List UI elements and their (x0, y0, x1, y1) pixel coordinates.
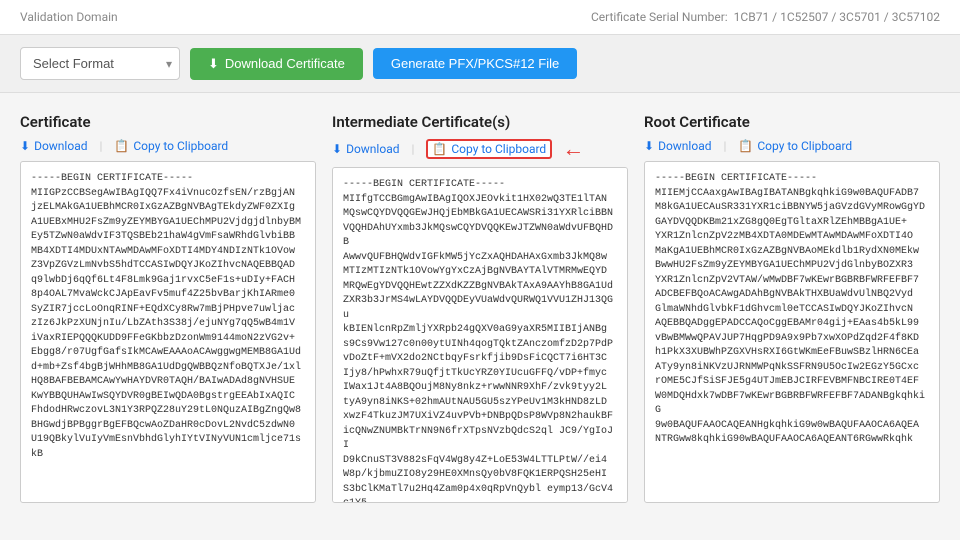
intermediate-certificate-column-title: Intermediate Certificate(s) (332, 113, 628, 131)
download-icon: ⬇ (20, 139, 30, 153)
root-clipboard-link[interactable]: 📋 Copy to Clipboard (738, 139, 852, 153)
certificate-column-title: Certificate (20, 113, 316, 131)
divider: | (99, 139, 102, 153)
validation-domain-label: Validation Domain (20, 10, 118, 24)
generate-pfx-button[interactable]: Generate PFX/PKCS#12 File (373, 48, 577, 79)
intermediate-download-link[interactable]: ⬇ Download (332, 142, 399, 156)
main-content: Certificate ⬇ Download | 📋 Copy to Clipb… (0, 93, 960, 523)
intermediate-certificate-column: Intermediate Certificate(s) ⬇ Download |… (332, 113, 628, 503)
divider: | (411, 142, 414, 156)
intermediate-certificate-text: -----BEGIN CERTIFICATE----- MIIfgTCCBGmg… (332, 167, 628, 503)
download-icon: ⬇ (644, 139, 654, 153)
clipboard-icon: 📋 (738, 139, 753, 153)
download-icon: ⬇ (332, 142, 342, 156)
certificate-actions: ⬇ Download | 📋 Copy to Clipboard (20, 139, 316, 153)
top-bar: Validation Domain Certificate Serial Num… (0, 0, 960, 35)
download-icon: ⬇ (208, 56, 219, 72)
format-select-wrapper: Select Format PEM DER PKCS7 (20, 47, 180, 80)
serial-number-label: Certificate Serial Number: 1CB71 / 1C525… (591, 10, 940, 24)
certificate-clipboard-link[interactable]: 📋 Copy to Clipboard (114, 139, 228, 153)
root-certificate-text: -----BEGIN CERTIFICATE----- MIIEMjCCAaxg… (644, 161, 940, 503)
intermediate-clipboard-link[interactable]: 📋 Copy to Clipboard ← (426, 139, 552, 159)
format-select[interactable]: Select Format PEM DER PKCS7 (20, 47, 180, 80)
toolbar: Select Format PEM DER PKCS7 ⬇ Download C… (0, 35, 960, 93)
arrow-indicator: ← (562, 136, 584, 162)
download-certificate-button[interactable]: ⬇ Download Certificate (190, 48, 363, 80)
root-certificate-actions: ⬇ Download | 📋 Copy to Clipboard (644, 139, 940, 153)
root-certificate-column-title: Root Certificate (644, 113, 940, 131)
clipboard-icon: 📋 (114, 139, 129, 153)
intermediate-certificate-actions: ⬇ Download | 📋 Copy to Clipboard ← (332, 139, 628, 159)
certificate-text: -----BEGIN CERTIFICATE----- MIIGPzCCBSeg… (20, 161, 316, 503)
certificate-column: Certificate ⬇ Download | 📋 Copy to Clipb… (20, 113, 316, 503)
divider: | (723, 139, 726, 153)
root-download-link[interactable]: ⬇ Download (644, 139, 711, 153)
root-certificate-column: Root Certificate ⬇ Download | 📋 Copy to … (644, 113, 940, 503)
clipboard-icon: 📋 (432, 142, 447, 156)
certificate-download-link[interactable]: ⬇ Download (20, 139, 87, 153)
